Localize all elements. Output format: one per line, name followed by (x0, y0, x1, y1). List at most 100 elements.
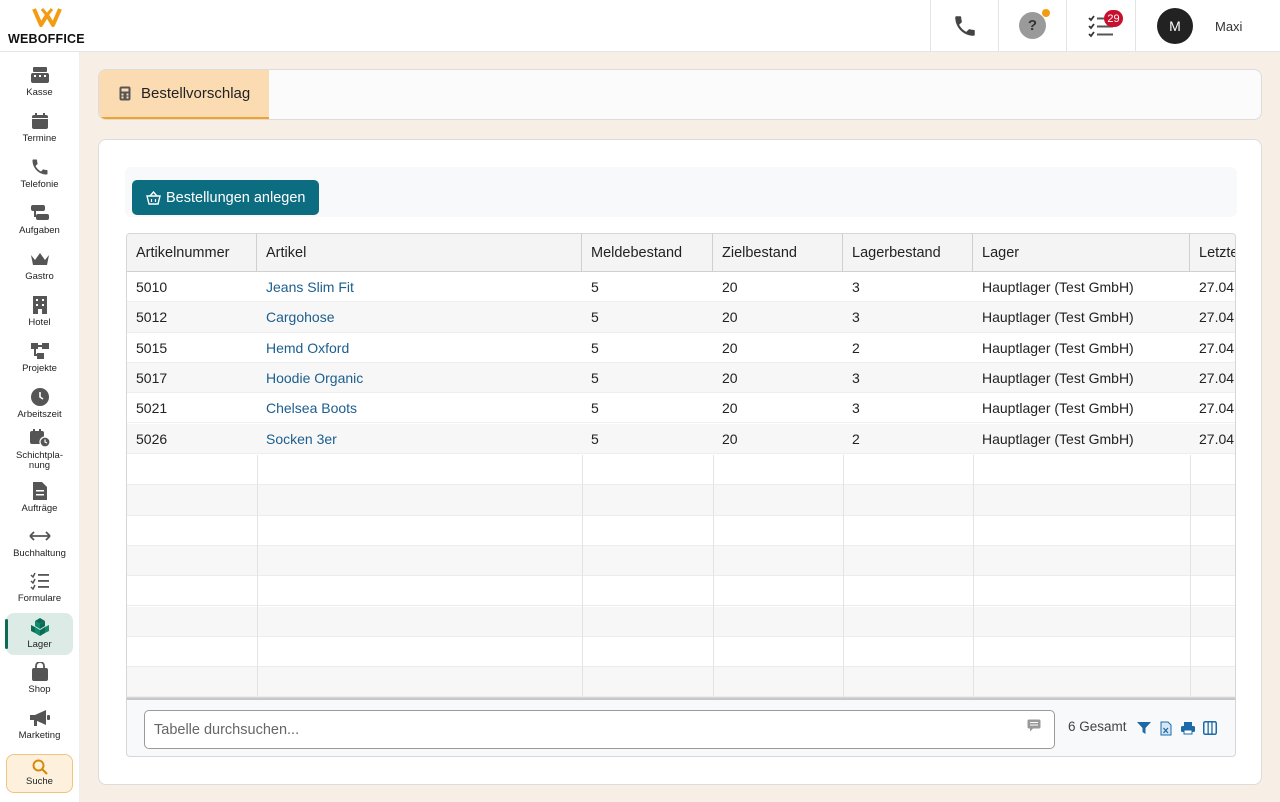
top-header: WEBOFFICE ? 29 M Maxi (0, 0, 1280, 52)
column-divider (1190, 455, 1191, 697)
avatar-initial: M (1169, 18, 1181, 34)
shift-calendar-icon (29, 429, 51, 448)
cell-lagerbestand: 3 (852, 279, 860, 295)
print-button[interactable] (1179, 719, 1197, 737)
cell-lagerbestand: 2 (852, 339, 860, 356)
logo-mark-icon (32, 8, 62, 27)
notification-dot (1042, 9, 1050, 17)
sidebar-item-telefonie[interactable]: Telefonie (6, 156, 73, 198)
empty-row (127, 545, 1235, 577)
building-icon (32, 296, 47, 314)
cell-zielbestand: 20 (722, 369, 738, 386)
avatar[interactable]: M (1157, 8, 1193, 44)
cell-letzte: 27.04 (1199, 279, 1235, 295)
table-search-input[interactable] (144, 710, 1055, 749)
column-divider (713, 455, 714, 697)
sidebar-item-buchhaltung[interactable]: Buchhaltung (6, 525, 73, 567)
logo-text: WEBOFFICE (8, 32, 85, 46)
sidebar-item-marketing[interactable]: Marketing (6, 707, 73, 749)
sidebar-item-schichtplanung[interactable]: Schichtpla- nung (6, 427, 73, 475)
sidebar-item-projekte[interactable]: Projekte (6, 340, 73, 382)
column-header-letzte[interactable]: Letzte (1190, 234, 1235, 272)
cell-artikel-link[interactable]: Chelsea Boots (257, 393, 582, 423)
table-header: Artikelnummer Artikel Meldebestand Zielb… (127, 234, 1235, 272)
sidebar-item-label: Buchhaltung (13, 548, 66, 559)
table-row[interactable]: 5026 Socken 3er 5 20 2 Hauptlager (Test … (127, 423, 1235, 454)
comment-icon (1027, 719, 1041, 732)
calculator-icon (119, 86, 131, 101)
sidebar-item-label: Formulare (17, 593, 62, 604)
sidebar-item-formulare[interactable]: Formulare (6, 570, 73, 612)
column-header-lagerbestand[interactable]: Lagerbestand (843, 234, 973, 272)
arrows-icon (28, 531, 51, 541)
table-row[interactable]: 5017 Hoodie Organic 5 20 3 Hauptlager (T… (127, 362, 1235, 394)
sidebar-item-lager[interactable]: Lager (5, 613, 73, 655)
empty-row (127, 576, 1235, 607)
sidebar-item-gastro[interactable]: Gastro (6, 248, 73, 290)
cell-letzte: 27.04 (1199, 430, 1235, 447)
columns-icon (1203, 721, 1217, 735)
sidebar-item-label: Termine (22, 133, 57, 144)
user-name[interactable]: Maxi (1215, 19, 1242, 34)
megaphone-icon (29, 710, 50, 726)
cell-artikelnummer: 5017 (136, 369, 168, 386)
sidebar-item-label: Marketing (18, 730, 61, 741)
cell-artikel-link[interactable]: Hoodie Organic (257, 363, 582, 393)
columns-button[interactable] (1201, 719, 1219, 737)
register-icon (30, 67, 49, 83)
column-header-zielbestand[interactable]: Zielbestand (713, 234, 843, 272)
sidebar-item-auftraege[interactable]: Aufträge (6, 480, 73, 522)
cell-zielbestand: 20 (722, 400, 738, 417)
tasks-icon (30, 205, 49, 220)
search-icon (32, 759, 48, 775)
cell-meldebestand: 5 (591, 279, 599, 295)
cell-zielbestand: 20 (722, 339, 738, 356)
document-icon (32, 482, 47, 500)
column-divider (973, 455, 974, 697)
cell-zielbestand: 20 (722, 309, 738, 326)
column-header-artikel[interactable]: Artikel (257, 234, 582, 272)
cell-artikel-link[interactable]: Cargohose (257, 302, 582, 332)
table-row[interactable]: 5021 Chelsea Boots 5 20 3 Hauptlager (Te… (127, 393, 1235, 424)
sidebar-item-label: Telefonie (20, 179, 59, 190)
sidebar-item-kasse[interactable]: Kasse (6, 64, 73, 106)
filter-button[interactable] (1135, 719, 1153, 737)
column-header-meldebestand[interactable]: Meldebestand (582, 234, 713, 272)
cell-artikel-link[interactable]: Hemd Oxford (257, 333, 582, 363)
table-row[interactable]: 5010 Jeans Slim Fit 5 20 3 Hauptlager (T… (127, 272, 1235, 303)
tasks-count-badge: 29 (1104, 10, 1123, 27)
phone-icon (954, 15, 975, 36)
sidebar-item-shop[interactable]: Shop (6, 661, 73, 703)
tasks-button[interactable] (1066, 0, 1135, 51)
sidebar-item-arbeitszeit[interactable]: Arbeitszeit (6, 386, 73, 428)
empty-row (127, 455, 1235, 486)
export-excel-button[interactable] (1157, 719, 1175, 737)
table-row[interactable]: 5015 Hemd Oxford 5 20 2 Hauptlager (Test… (127, 333, 1235, 363)
crown-icon (30, 253, 49, 265)
cell-artikel-link[interactable]: Jeans Slim Fit (257, 272, 582, 302)
empty-row (127, 485, 1235, 516)
phone-button[interactable] (930, 0, 998, 51)
tab-bestellvorschlag[interactable]: Bestellvorschlag (99, 70, 269, 119)
total-count: 6 Gesamt (1068, 719, 1127, 734)
sidebar-item-aufgaben[interactable]: Aufgaben (6, 202, 73, 244)
checklist-icon (29, 572, 49, 590)
sidebar-item-label-cont: nung (28, 459, 51, 471)
create-orders-button[interactable]: Bestellungen anlegen (132, 180, 319, 215)
sidebar-item-suche[interactable]: Suche (6, 754, 73, 793)
column-header-lager[interactable]: Lager (973, 234, 1190, 272)
sidebar-item-label: Lager (27, 639, 52, 650)
logo[interactable]: WEBOFFICE (8, 6, 88, 46)
help-button[interactable]: ? (998, 0, 1066, 51)
cell-letzte: 27.04 (1199, 400, 1235, 417)
column-header-artikelnummer[interactable]: Artikelnummer (127, 234, 257, 272)
cell-artikel-link[interactable]: Socken 3er (257, 424, 582, 454)
create-orders-label: Bestellungen anlegen (166, 189, 306, 206)
clock-icon (30, 388, 49, 406)
sidebar-item-termine[interactable]: Termine (6, 110, 73, 152)
table-row[interactable]: 5012 Cargohose 5 20 3 Hauptlager (Test G… (127, 302, 1235, 333)
sidebar-item-label: Aufgaben (19, 225, 60, 236)
boxes-icon (30, 618, 49, 636)
sidebar-item-hotel[interactable]: Hotel (6, 294, 73, 336)
filter-icon (1137, 722, 1151, 734)
